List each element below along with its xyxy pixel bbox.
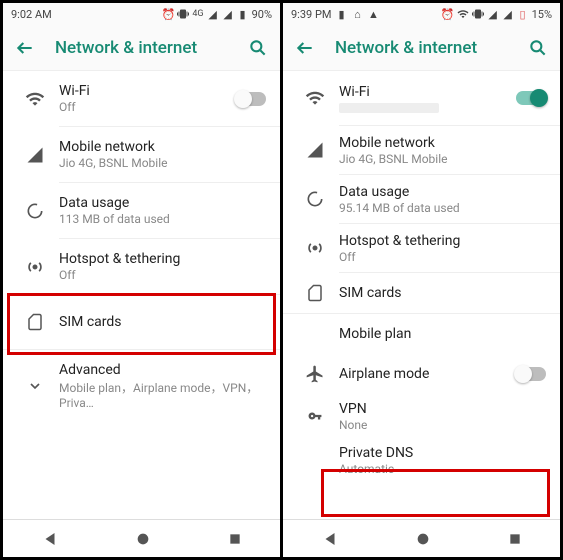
hotspot-icon [17,257,53,277]
nav-home-icon[interactable] [415,531,431,547]
row-data[interactable]: Data usage 95.14 MB of data used [283,175,560,223]
hotspot-sub: Off [59,268,266,282]
up-icon: ▲ [367,8,379,20]
plan-title: Mobile plan [339,326,546,342]
phone-left: 9:02 AM ⏰ 4G ◢ ◢ ▮ 90% Network & interne… [3,3,280,557]
row-wifi[interactable]: Wi-Fi Off [3,71,280,126]
appbar: Network & internet [3,25,280,71]
battery-label: 15% [532,8,552,21]
page-title: Network & internet [55,38,248,58]
nav-back-icon[interactable] [321,530,339,548]
data-title: Data usage [339,184,546,200]
nav-recent-icon[interactable] [508,532,522,546]
row-airplane[interactable]: Airplane mode [283,354,560,394]
airplane-title: Airplane mode [339,366,516,382]
dns-sub: Automatic [339,462,546,476]
row-private-dns[interactable]: Private DNS Automatic [283,438,560,482]
row-vpn[interactable]: VPN None [283,394,560,438]
wifi-switch[interactable] [236,92,266,106]
sim-icon [297,283,333,303]
statusbar: 9:39 PM ▮ ⌂ ▲ ⏰ ◢ ◢ ▯ 15% [283,3,560,25]
wifi-switch[interactable] [516,91,546,105]
wifi-sub [339,103,439,113]
net-label: 4G [192,9,203,19]
mobile-sub: Jio 4G, BSNL Mobile [339,152,546,166]
battery-icon: ▯ [517,8,529,20]
mobile-title: Mobile network [59,139,266,155]
signal-icon: ◢ [487,8,499,20]
data-usage-icon [17,201,53,221]
row-mobile[interactable]: Mobile network Jio 4G, BSNL Mobile [283,126,560,174]
vpn-sub: None [339,418,546,432]
signal-icon [17,146,53,164]
row-hotspot[interactable]: Hotspot & tethering Off [283,224,560,272]
wifi-title: Wi-Fi [339,84,516,100]
mobile-title: Mobile network [339,135,546,151]
row-wifi[interactable]: Wi-Fi [283,71,560,125]
status-time: 9:02 AM [11,8,52,21]
vpn-key-icon [297,409,333,423]
settings-list: Wi-Fi Mobile network Jio 4G, BSNL Mobile… [283,71,560,519]
appbar: Network & internet [283,25,560,71]
phone-right: 9:39 PM ▮ ⌂ ▲ ⏰ ◢ ◢ ▯ 15% Network & inte… [280,3,560,557]
data-usage-icon [297,189,333,209]
advanced-title: Advanced [59,362,266,378]
battery-icon: ▮ [237,8,249,20]
sim-title: SIM cards [339,285,546,301]
signal-icon-2: ◢ [502,8,514,20]
home-icon: ⌂ [351,8,363,20]
chevron-down-icon [17,378,53,394]
vpn-title: VPN [339,401,546,417]
data-sub: 95.14 MB of data used [339,201,546,215]
hotspot-title: Hotspot & tethering [339,233,546,249]
mobile-sub: Jio 4G, BSNL Mobile [59,156,266,170]
navbar [283,519,560,557]
advanced-sub: Mobile plan，Airplane mode，VPN，Priva… [59,379,266,410]
hotspot-sub: Off [339,250,546,264]
statusbar: 9:02 AM ⏰ 4G ◢ ◢ ▮ 90% [3,3,280,25]
row-sim[interactable]: SIM cards [3,295,280,349]
wifi-title: Wi-Fi [59,83,236,99]
nav-home-icon[interactable] [135,531,151,547]
hotspot-icon [297,238,333,258]
hotspot-title: Hotspot & tethering [59,251,266,267]
navbar [3,519,280,557]
nav-recent-icon[interactable] [228,532,242,546]
back-icon[interactable] [15,38,35,58]
page-title: Network & internet [335,38,528,58]
signal-icon: ◢ [207,8,219,20]
sim-icon [17,312,53,332]
airplane-switch[interactable] [516,367,546,381]
row-mobile[interactable]: Mobile network Jio 4G, BSNL Mobile [3,127,280,182]
vibrate-icon [472,8,484,20]
battery-label: 90% [252,8,272,21]
signal-icon-2: ◢ [222,8,234,20]
sim-title: SIM cards [59,314,266,330]
dns-title: Private DNS [339,445,546,461]
alarm-icon: ⏰ [442,8,454,20]
wifi-icon [297,88,333,108]
status-time: 9:39 PM [291,8,331,21]
vibrate-icon [177,8,189,20]
settings-list: Wi-Fi Off Mobile network Jio 4G, BSNL Mo… [3,71,280,519]
back-icon[interactable] [295,38,315,58]
alarm-icon: ⏰ [162,8,174,20]
wifi-status-icon [457,8,469,20]
row-mobile-plan[interactable]: Mobile plan [283,314,560,354]
data-sub: 113 MB of data used [59,212,266,226]
row-hotspot[interactable]: Hotspot & tethering Off [3,239,280,294]
nav-back-icon[interactable] [41,530,59,548]
sd-icon: ▮ [335,8,347,20]
wifi-icon [17,89,53,109]
search-icon[interactable] [248,38,268,58]
data-title: Data usage [59,195,266,211]
signal-icon [297,141,333,159]
search-icon[interactable] [528,38,548,58]
wifi-sub: Off [59,100,236,114]
row-sim[interactable]: SIM cards [283,273,560,313]
row-data[interactable]: Data usage 113 MB of data used [3,183,280,238]
airplane-icon [297,364,333,384]
row-advanced[interactable]: Advanced Mobile plan，Airplane mode，VPN，P… [3,350,280,422]
